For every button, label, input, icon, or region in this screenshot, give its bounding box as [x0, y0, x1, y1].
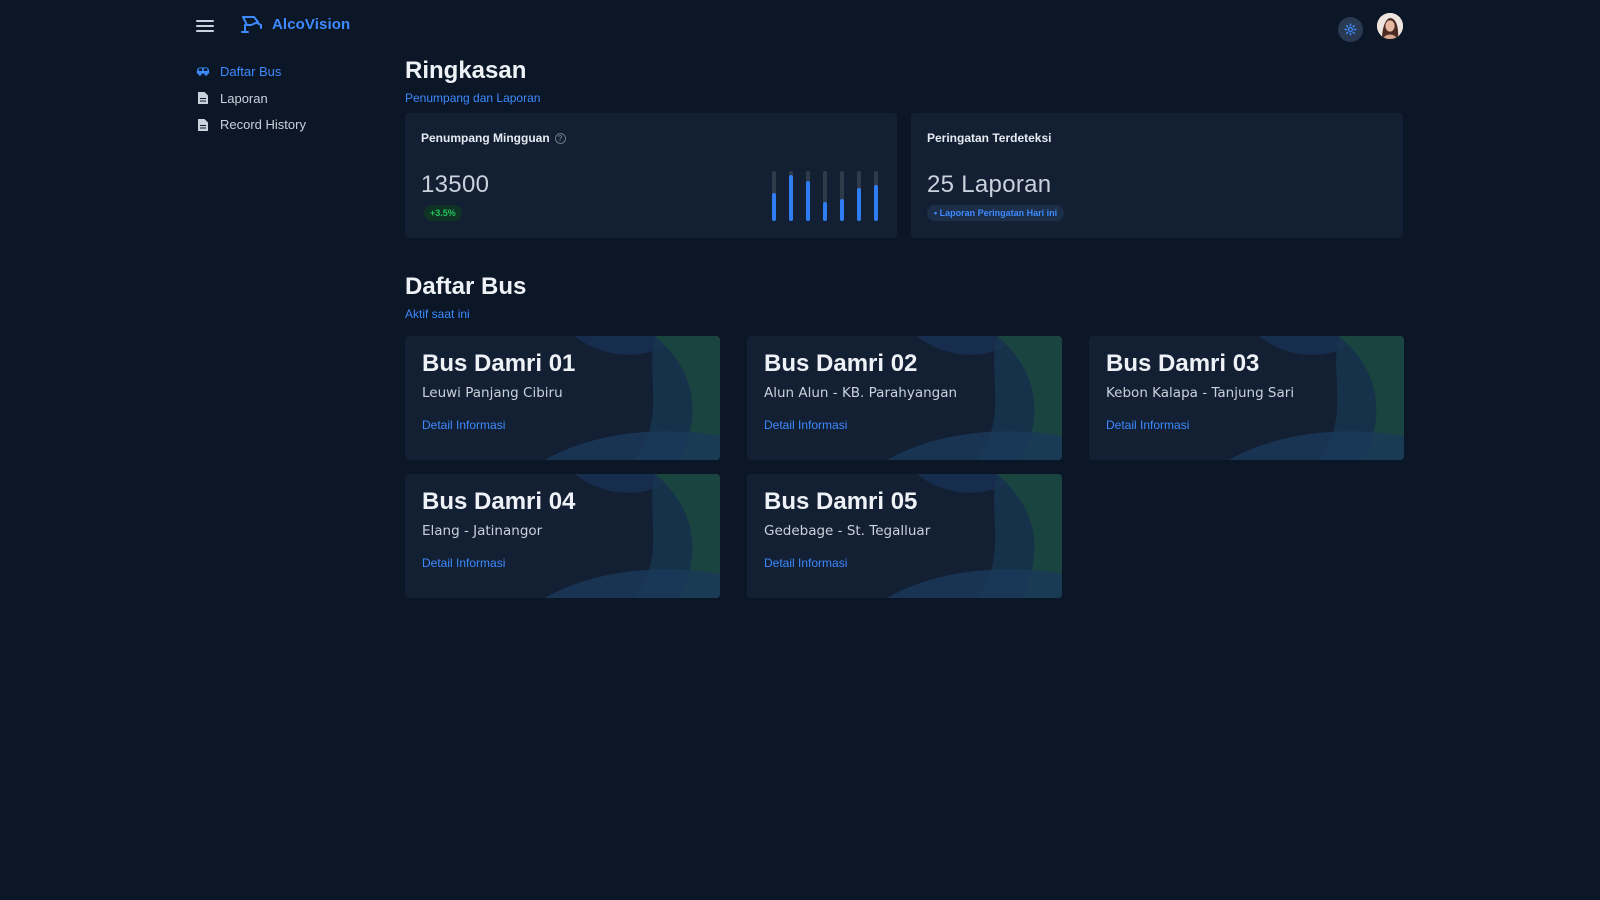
weekly-passengers-value: 13500 — [421, 171, 490, 198]
bus-name: Bus Damri 02 — [764, 350, 918, 377]
detail-info-link[interactable]: Detail Informasi — [764, 556, 847, 570]
alerts-label: Peringatan Terdeteksi — [927, 131, 1052, 145]
bus-list-title: Daftar Bus — [405, 273, 527, 300]
summary-title: Ringkasan — [405, 57, 527, 84]
bus-name: Bus Damri 01 — [422, 350, 576, 377]
sidebar-item-label: Laporan — [220, 90, 268, 106]
bar-fill — [840, 199, 844, 221]
detail-info-link[interactable]: Detail Informasi — [422, 418, 505, 432]
bus-card[interactable]: Bus Damri 05 Gedebage - St. Tegalluar Deta… — [747, 474, 1062, 598]
bus-route: Alun Alun - KB. Parahyangan — [764, 385, 958, 401]
weekly-passengers-bar-chart — [772, 171, 878, 221]
sidebar-item-label: Daftar Bus — [220, 63, 282, 79]
sidebar-item-laporan[interactable]: Laporan — [196, 85, 376, 112]
brand-name: AlcoVision — [272, 15, 351, 33]
gear-icon — [1344, 23, 1357, 36]
sidebar: Daftar Bus Laporan Record History — [196, 58, 376, 138]
bus-list-subtitle: Aktif saat ini — [405, 307, 470, 321]
alerts-value: 25 Laporan — [927, 171, 1052, 198]
user-photo-icon — [1377, 13, 1403, 39]
bus-route: Leuwi Panjang Cibiru — [422, 385, 563, 401]
bar-fill — [789, 175, 793, 221]
bar-fill — [823, 202, 827, 221]
bar-fill — [857, 188, 861, 221]
bus-card[interactable]: Bus Damri 03 Kebon Kalapa - Tanjung Sari D… — [1089, 336, 1404, 460]
brand-logo[interactable]: AlcoVision — [240, 14, 350, 34]
top-bar: AlcoVision — [0, 0, 1600, 54]
bus-route: Kebon Kalapa - Tanjung Sari — [1106, 385, 1295, 401]
alerts-today-badge[interactable]: • Laporan Peringatan Hari ini — [927, 205, 1065, 221]
bus-route: Gedebage - St. Tegalluar — [764, 523, 931, 539]
detail-info-link[interactable]: Detail Informasi — [1106, 418, 1189, 432]
weekly-passengers-label: Penumpang Mingguan — [421, 131, 550, 145]
bus-name: Bus Damri 04 — [422, 488, 576, 515]
bus-route: Elang - Jatinangor — [422, 523, 543, 539]
bus-card[interactable]: Bus Damri 04 Elang - Jatinangor Detail Inf… — [405, 474, 720, 598]
document-icon — [196, 91, 210, 105]
avatar[interactable] — [1377, 13, 1403, 39]
bus-name: Bus Damri 03 — [1106, 350, 1260, 377]
detail-info-link[interactable]: Detail Informasi — [764, 418, 847, 432]
summary-subtitle: Penumpang dan Laporan — [405, 91, 541, 105]
camera-icon — [241, 16, 262, 33]
bus-name: Bus Damri 05 — [764, 488, 918, 515]
settings-button[interactable] — [1338, 17, 1363, 42]
bar-fill — [806, 181, 810, 221]
bus-card[interactable]: Bus Damri 01 Leuwi Panjang Cibiru Detail I… — [405, 336, 720, 460]
bus-icon — [196, 64, 210, 78]
weekly-passengers-label-row: Penumpang Mingguan ? — [421, 131, 881, 145]
sidebar-item-label: Record History — [220, 117, 306, 133]
sidebar-item-daftar-bus[interactable]: Daftar Bus — [196, 58, 376, 85]
help-icon[interactable]: ? — [554, 132, 566, 144]
alerts-card: Peringatan Terdeteksi 25 Laporan • Lapor… — [911, 113, 1403, 238]
detail-info-link[interactable]: Detail Informasi — [422, 556, 505, 570]
bar-fill — [874, 185, 878, 221]
hamburger-menu-icon[interactable] — [194, 17, 216, 35]
bar-fill — [772, 193, 776, 221]
sidebar-item-record-history[interactable]: Record History — [196, 111, 376, 138]
bus-card[interactable]: Bus Damri 02 Alun Alun - KB. Parahyangan D… — [747, 336, 1062, 460]
trend-badge: +3.5% — [424, 205, 462, 221]
document-icon — [196, 118, 210, 132]
